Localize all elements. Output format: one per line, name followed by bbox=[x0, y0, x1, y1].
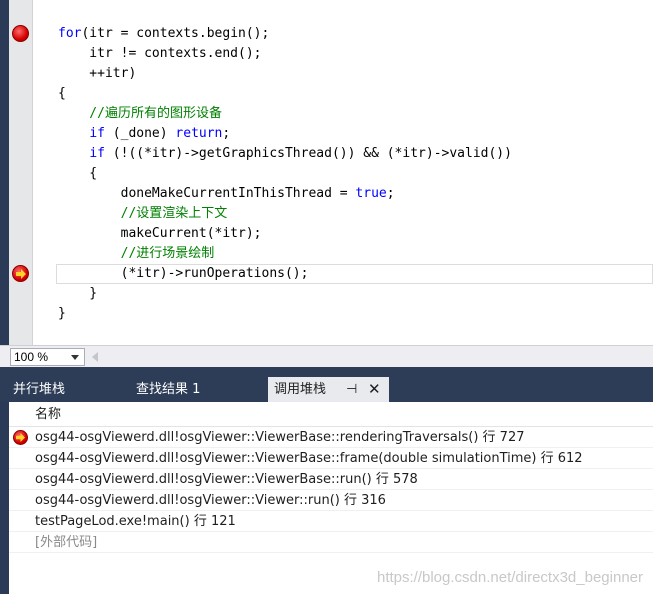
watermark: https://blog.csdn.net/directx3d_beginner bbox=[376, 569, 643, 586]
call-stack-frame-text: osg44-osgViewerd.dll!osgViewer::Viewer::… bbox=[35, 493, 386, 508]
close-icon[interactable]: ✕ bbox=[368, 377, 381, 402]
code-line[interactable]: { bbox=[58, 84, 653, 104]
arrow-right-icon bbox=[16, 269, 26, 279]
code-line[interactable]: if (_done) return; bbox=[58, 124, 653, 144]
call-stack-table: 名称 osg44-osgViewerd.dll!osgViewer::Viewe… bbox=[9, 402, 653, 553]
call-stack-frame-text: osg44-osgViewerd.dll!osgViewer::ViewerBa… bbox=[35, 451, 583, 466]
code-line[interactable]: { bbox=[58, 164, 653, 184]
code-keyword: return bbox=[175, 126, 223, 141]
column-header-name[interactable]: 名称 bbox=[9, 402, 653, 427]
call-stack-row[interactable]: osg44-osgViewerd.dll!osgViewer::Viewer::… bbox=[9, 490, 653, 511]
pin-icon[interactable]: ⊣ bbox=[346, 377, 357, 402]
code-token: (!((*itr)->getGraphicsThread()) && (*itr… bbox=[104, 146, 512, 161]
code-keyword: for bbox=[58, 26, 82, 41]
code-editor[interactable]: for(itr = contexts.begin(); itr != conte… bbox=[0, 0, 653, 345]
code-keyword: if bbox=[89, 126, 105, 141]
call-stack-panel: 名称 osg44-osgViewerd.dll!osgViewer::Viewe… bbox=[0, 402, 653, 594]
breakpoint-icon[interactable] bbox=[12, 25, 29, 42]
code-area[interactable]: for(itr = contexts.begin(); itr != conte… bbox=[56, 24, 653, 324]
code-comment: //设置渲染上下文 bbox=[58, 206, 228, 221]
call-stack-row[interactable]: osg44-osgViewerd.dll!osgViewer::ViewerBa… bbox=[9, 448, 653, 469]
call-stack-frame-text: osg44-osgViewerd.dll!osgViewer::ViewerBa… bbox=[35, 472, 418, 487]
code-keyword: if bbox=[89, 146, 105, 161]
code-line[interactable]: doneMakeCurrentInThisThread = true; bbox=[58, 184, 653, 204]
call-stack-row[interactable]: [外部代码] bbox=[9, 532, 653, 553]
code-token: ; bbox=[222, 126, 231, 141]
code-token: { bbox=[58, 166, 98, 181]
current-instruction-breakpoint-icon[interactable] bbox=[12, 265, 29, 282]
code-token: } bbox=[58, 306, 66, 321]
chevron-down-icon[interactable] bbox=[71, 355, 79, 360]
code-comment: //遍历所有的图形设备 bbox=[58, 106, 222, 121]
zoom-select[interactable]: 100 % bbox=[10, 348, 85, 366]
panel-left-strip bbox=[0, 402, 9, 594]
gutter-separator bbox=[32, 0, 33, 345]
code-token: itr != contexts.end(); bbox=[58, 46, 262, 61]
code-token: doneMakeCurrentInThisThread = bbox=[58, 186, 356, 201]
editor-status-bar: 100 % bbox=[0, 345, 653, 367]
call-stack-rows: osg44-osgViewerd.dll!osgViewer::ViewerBa… bbox=[9, 427, 653, 553]
scroll-left-arrow-icon[interactable] bbox=[92, 352, 98, 362]
code-token: ; bbox=[386, 186, 395, 201]
code-token: (_done) bbox=[104, 126, 176, 141]
tab-call-stack[interactable]: 调用堆栈 ⊣ ✕ bbox=[268, 377, 389, 402]
code-line[interactable]: } bbox=[58, 304, 653, 324]
code-keyword: true bbox=[355, 186, 387, 201]
code-line[interactable]: (*itr)->runOperations(); bbox=[56, 264, 653, 284]
zoom-value: 100 % bbox=[14, 350, 49, 364]
call-stack-frame-text: testPageLod.exe!main() 行 121 bbox=[35, 514, 236, 529]
call-stack-row[interactable]: osg44-osgViewerd.dll!osgViewer::ViewerBa… bbox=[9, 469, 653, 490]
code-line[interactable]: makeCurrent(*itr); bbox=[58, 224, 653, 244]
code-comment: //进行场景绘制 bbox=[58, 246, 215, 261]
code-token: { bbox=[58, 86, 66, 101]
current-frame-arrow-icon bbox=[13, 430, 28, 445]
call-stack-row[interactable]: osg44-osgViewerd.dll!osgViewer::ViewerBa… bbox=[9, 427, 653, 448]
code-token: (itr = contexts.begin(); bbox=[81, 26, 270, 41]
code-line[interactable]: itr != contexts.end(); bbox=[58, 44, 653, 64]
code-line[interactable]: //遍历所有的图形设备 bbox=[58, 104, 653, 124]
tab-call-stack-label: 调用堆栈 bbox=[274, 382, 327, 397]
code-token: ++itr) bbox=[58, 66, 137, 81]
call-stack-frame-text: [外部代码] bbox=[35, 535, 98, 550]
call-stack-row[interactable]: testPageLod.exe!main() 行 121 bbox=[9, 511, 653, 532]
code-line[interactable]: //进行场景绘制 bbox=[58, 244, 653, 264]
code-token: makeCurrent(*itr); bbox=[58, 226, 262, 241]
code-line[interactable]: if (!((*itr)->getGraphicsThread()) && (*… bbox=[58, 144, 653, 164]
code-token: (*itr)->runOperations(); bbox=[58, 266, 309, 281]
code-line[interactable]: } bbox=[58, 284, 653, 304]
code-line[interactable]: for(itr = contexts.begin(); bbox=[58, 24, 653, 44]
code-token: } bbox=[58, 286, 98, 301]
tab-find-results[interactable]: 查找结果 1 bbox=[136, 377, 200, 402]
arrow-right-icon bbox=[16, 433, 25, 442]
tab-parallel-stacks[interactable]: 并行堆栈 bbox=[13, 377, 65, 402]
editor-left-strip bbox=[0, 0, 9, 345]
call-stack-frame-text: osg44-osgViewerd.dll!osgViewer::ViewerBa… bbox=[35, 430, 525, 445]
code-line[interactable]: ++itr) bbox=[58, 64, 653, 84]
code-line[interactable]: //设置渲染上下文 bbox=[58, 204, 653, 224]
tool-window-tabs: 并行堆栈 查找结果 1 调用堆栈 ⊣ ✕ bbox=[0, 367, 653, 402]
breakpoint-gutter[interactable] bbox=[9, 0, 32, 345]
